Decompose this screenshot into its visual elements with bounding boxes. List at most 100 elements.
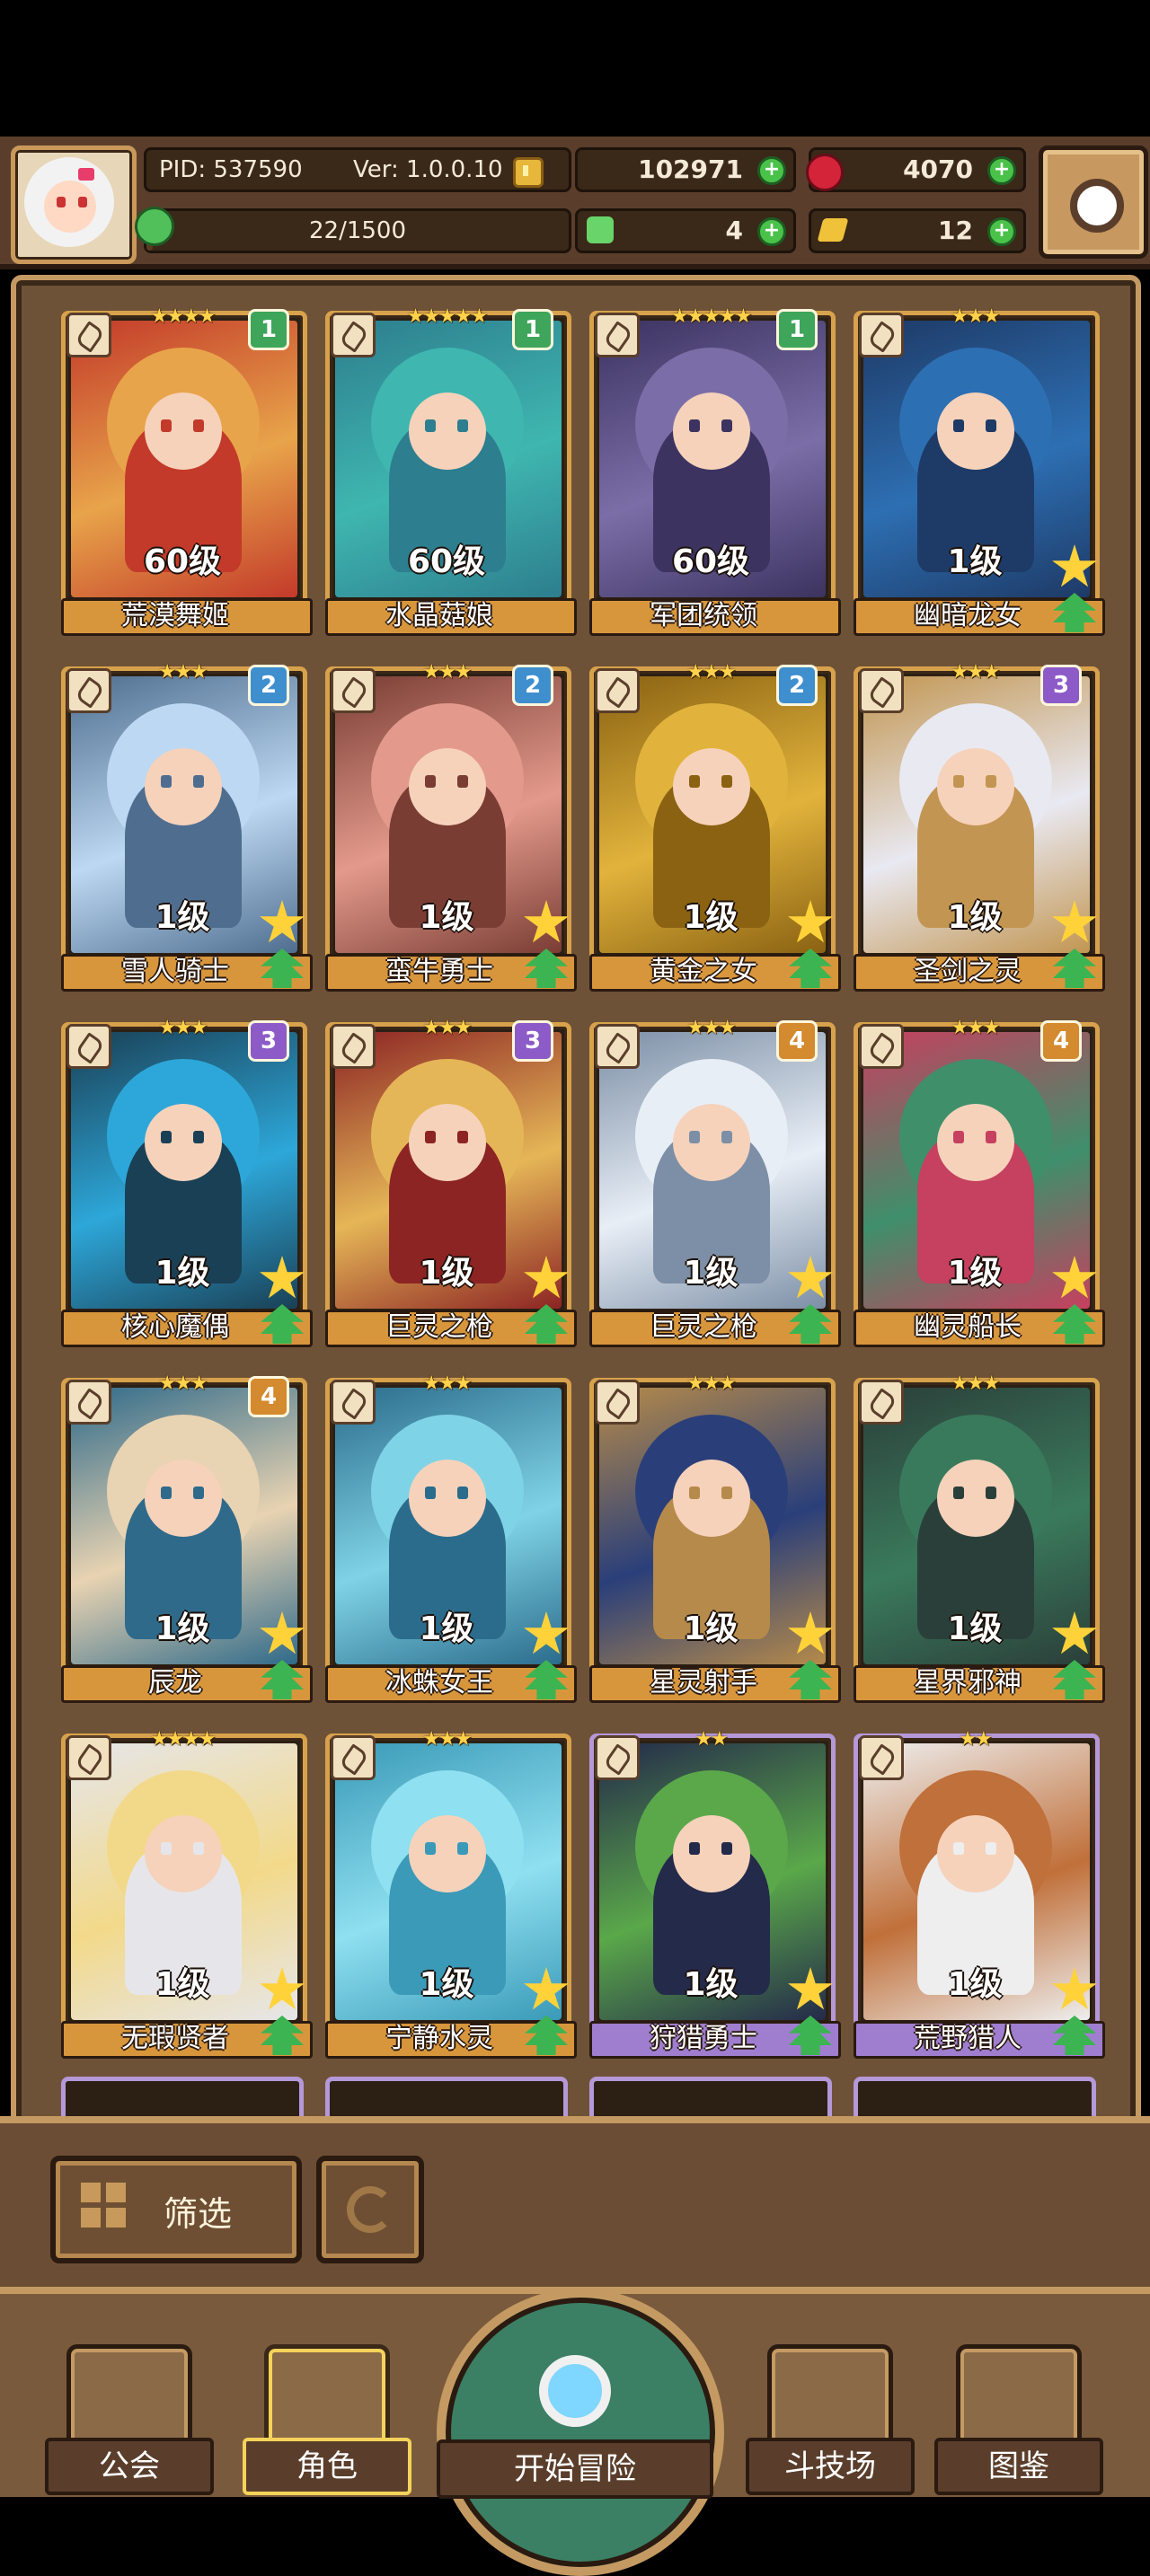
- player-id: PID: 537590: [159, 156, 303, 183]
- filter-button[interactable]: 筛选: [50, 2156, 302, 2263]
- rarity-stars: ★★★: [951, 1372, 1000, 1395]
- character-name: 星灵射手: [650, 1667, 757, 1698]
- name-plate: 军团统领: [589, 598, 841, 636]
- red-gem-icon: [806, 154, 844, 191]
- character-name: 幽暗龙女: [914, 600, 1022, 631]
- refresh-button[interactable]: [316, 2156, 424, 2263]
- magnifier-icon: [539, 2355, 611, 2427]
- character-card[interactable]: ★★★ 3 1级 巨灵之枪: [325, 1017, 577, 1347]
- character-level: 60级: [671, 543, 750, 580]
- character-level: 1级: [947, 1966, 1003, 2003]
- character-card[interactable]: ★★★ 1级 冰蛛女王: [325, 1372, 577, 1703]
- coin-counter: 102971 +: [575, 147, 796, 192]
- add-coins-button[interactable]: +: [757, 156, 786, 185]
- character-name: 荒漠舞姬: [121, 600, 229, 631]
- character-card[interactable]: ★★★ 2 1级 黄金之女: [589, 661, 841, 992]
- nav-characters[interactable]: 角色: [243, 2344, 411, 2495]
- add-keys-button[interactable]: +: [987, 217, 1016, 246]
- character-card[interactable]: ★★★ 1级 星灵射手: [589, 1372, 841, 1703]
- tier-badge: 3: [248, 1020, 289, 1062]
- player-info-bar: PID: 537590 Ver: 1.0.0.10: [144, 147, 571, 192]
- book-icon: [956, 2344, 1082, 2452]
- character-card[interactable]: ★★★ 4 1级 巨灵之枪: [589, 1017, 841, 1347]
- grid-icon: [81, 2183, 126, 2228]
- tier-badge: 3: [512, 1020, 553, 1062]
- character-name: 宁静水灵: [385, 2023, 493, 2054]
- name-plate: 水晶菇娘: [325, 598, 577, 636]
- nav-characters-label: 角色: [243, 2438, 411, 2495]
- character-name: 蛮牛勇士: [385, 956, 493, 987]
- refresh-icon: [347, 2186, 394, 2233]
- character-level: 1级: [419, 1610, 474, 1647]
- character-level: 1级: [419, 899, 474, 936]
- character-name: 核心魔偶: [121, 1311, 229, 1343]
- rarity-stars: ★★★: [422, 1728, 472, 1751]
- tier-badge: 2: [776, 665, 818, 706]
- nav-guild[interactable]: 公会: [45, 2344, 214, 2495]
- character-card[interactable]: ★★★★ 1 60级 荒漠舞姬: [61, 305, 313, 636]
- character-name: 雪人骑士: [121, 956, 229, 987]
- rarity-stars: ★★★★: [150, 1728, 217, 1751]
- character-name: 冰蛛女王: [385, 1667, 493, 1698]
- rarity-stars: ★★★: [686, 1372, 736, 1395]
- character-card[interactable]: ★★★ 2 1级 雪人骑士: [61, 661, 313, 992]
- player-avatar[interactable]: [11, 146, 137, 264]
- character-card[interactable]: ★★★ 4 1级 辰龙: [61, 1372, 313, 1703]
- character-card[interactable]: ★★★ 1级 幽暗龙女: [854, 305, 1105, 636]
- character-card[interactable]: ★★★ 2 1级 蛮牛勇士: [325, 661, 577, 992]
- character-level: 1级: [947, 1255, 1003, 1292]
- experience-text: 22/1500: [308, 217, 406, 244]
- bottom-navigation: 公会 角色 开始冒险 斗技场 图鉴: [0, 2287, 1150, 2576]
- character-list-panel[interactable]: ★★★★ 1 60级 荒漠舞姬 ★★★★★ 1 60级 水晶菇娘 ★★★★★ 1…: [11, 275, 1141, 2127]
- character-level: 1级: [947, 1610, 1003, 1647]
- character-card[interactable]: ★★★★ 1级 无瑕贤者: [61, 1728, 313, 2059]
- nav-arena[interactable]: 斗技场: [746, 2344, 915, 2495]
- character-level: 1级: [155, 899, 210, 936]
- nav-codex-label: 图鉴: [934, 2438, 1103, 2495]
- character-card[interactable]: ★★★ 4 1级 幽灵船长: [854, 1017, 1105, 1347]
- character-card[interactable]: ★★★★★ 1 60级 军团统领: [589, 305, 841, 636]
- add-gems-button[interactable]: +: [987, 156, 1016, 185]
- tier-badge: 1: [248, 309, 289, 350]
- character-level: 1级: [419, 1966, 474, 2003]
- character-name: 圣剑之灵: [914, 956, 1022, 987]
- name-plate: 荒漠舞姬: [61, 598, 313, 636]
- clover-icon: [587, 216, 614, 243]
- character-name: 星界邪神: [914, 1667, 1022, 1698]
- character-card[interactable]: ★★★ 1级 宁静水灵: [325, 1728, 577, 2059]
- status-bar-area: [0, 0, 1150, 137]
- start-adventure-button[interactable]: 开始冒险: [437, 2289, 724, 2576]
- game-version: Ver: 1.0.0.10: [353, 156, 503, 183]
- key-counter: 12 +: [809, 208, 1026, 253]
- filter-toolbar: 筛选: [0, 2116, 1150, 2294]
- character-level: 1级: [683, 899, 739, 936]
- character-card[interactable]: ★★★ 1级 星界邪神: [854, 1372, 1105, 1703]
- character-name: 水晶菇娘: [385, 600, 493, 631]
- tier-badge: 4: [1040, 1020, 1082, 1062]
- character-name: 幽灵船长: [914, 1311, 1022, 1343]
- gear-icon: [1070, 179, 1124, 233]
- clover-icon: [135, 207, 174, 246]
- filter-label: 筛选: [164, 2194, 233, 2234]
- key-icon: [817, 218, 849, 242]
- character-card[interactable]: ★★ 1级 狩猎勇士: [589, 1728, 841, 2059]
- settings-button[interactable]: [1039, 146, 1148, 259]
- coin-amount: 102971: [638, 154, 743, 184]
- nav-arena-label: 斗技场: [746, 2438, 915, 2495]
- character-card[interactable]: ★★★ 3 1级 圣剑之灵: [854, 661, 1105, 992]
- character-face-icon: [264, 2344, 390, 2452]
- tier-badge: 1: [776, 309, 818, 350]
- tier-badge: 3: [1040, 665, 1082, 706]
- nav-codex[interactable]: 图鉴: [934, 2344, 1103, 2495]
- character-level: 1级: [155, 1610, 210, 1647]
- add-clovers-button[interactable]: +: [757, 217, 786, 246]
- tier-badge: 4: [776, 1020, 818, 1062]
- character-card[interactable]: ★★★★★ 1 60级 水晶菇娘: [325, 305, 577, 636]
- character-name: 军团统领: [650, 600, 757, 631]
- gold-coin-icon: [513, 157, 544, 188]
- tier-badge: 2: [248, 665, 289, 706]
- key-amount: 12: [938, 216, 973, 245]
- crossed-swords-icon: [767, 2344, 893, 2452]
- character-card[interactable]: ★★★ 3 1级 核心魔偶: [61, 1017, 313, 1347]
- character-card[interactable]: ★★ 1级 荒野猎人: [854, 1728, 1105, 2059]
